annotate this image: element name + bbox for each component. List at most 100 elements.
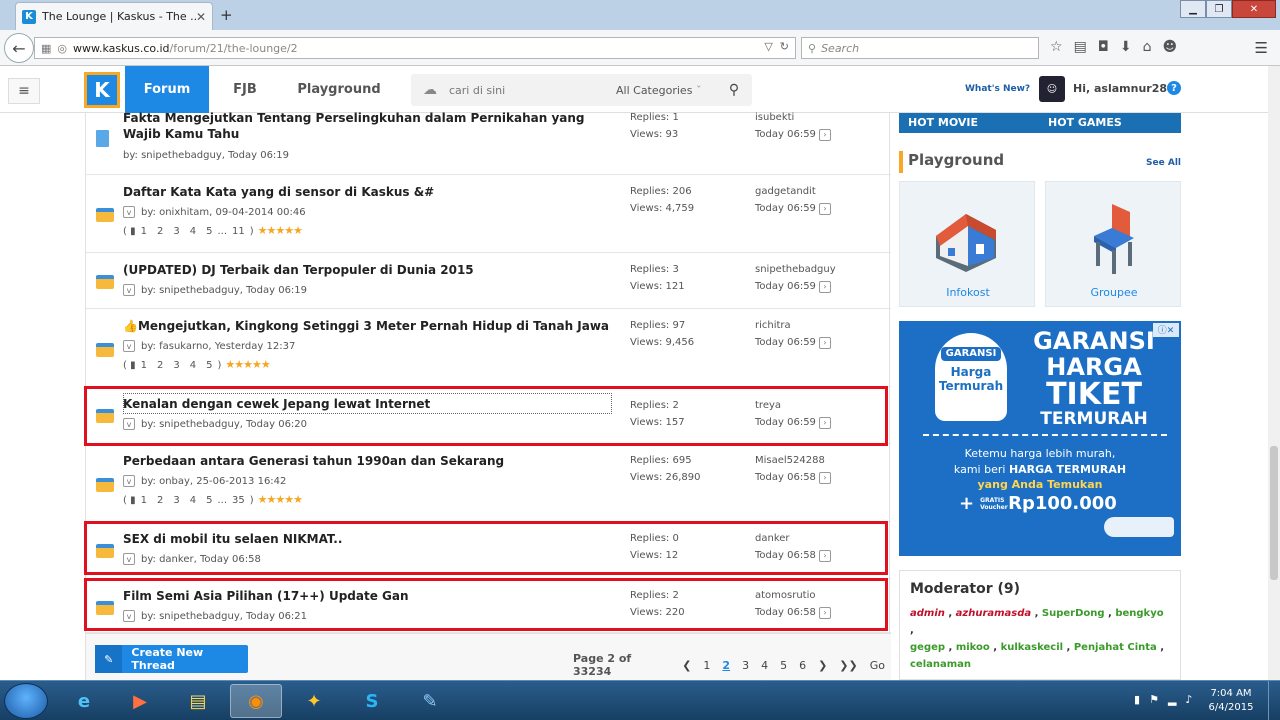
moderator-link[interactable]: SuperDong	[1042, 608, 1105, 619]
download-icon[interactable]: ⬇	[1120, 39, 1132, 55]
network-icon[interactable]: ▂	[1168, 693, 1176, 706]
last-post-user[interactable]: gadgetandit	[755, 183, 831, 200]
scrollbar-thumb[interactable]	[1270, 446, 1278, 580]
tab-playground[interactable]: Playground	[281, 66, 397, 113]
hot-movie-label[interactable]: HOT MOVIE	[908, 116, 978, 129]
page-link[interactable]: 35	[232, 495, 245, 506]
page-link[interactable]: 1	[141, 360, 147, 371]
prev-page-icon[interactable]: ❮	[682, 659, 691, 672]
go-to-last-post-icon[interactable]: ›	[818, 281, 831, 293]
page-link[interactable]: 3	[742, 659, 749, 672]
page-link[interactable]: 1	[141, 495, 147, 506]
page-link[interactable]: 5	[780, 659, 787, 672]
moderator-link[interactable]: azhuramasda	[956, 608, 1032, 619]
hamburger-menu-icon[interactable]: ≡	[8, 78, 40, 104]
pocket-icon[interactable]: ◘	[1098, 39, 1109, 55]
avatar[interactable]: ☺	[1039, 76, 1065, 102]
moderator-link[interactable]: Penjahat Cinta	[1074, 642, 1157, 653]
moderator-link[interactable]: mikoo	[956, 642, 990, 653]
thread-title[interactable]: (UPDATED) DJ Terbaik dan Terpopuler di D…	[123, 263, 474, 277]
page-link[interactable]: 3	[173, 360, 179, 371]
firefox-icon[interactable]: ◉	[230, 684, 282, 718]
volume-icon[interactable]: ♪	[1185, 693, 1192, 706]
minimize-icon[interactable]: ▁	[1180, 0, 1206, 18]
thread-title[interactable]: 👍Mengejutkan, Kingkong Setinggi 3 Meter …	[123, 319, 609, 333]
clock[interactable]: 7:04 AM 6/4/2015	[1206, 687, 1256, 715]
tab-forum[interactable]: Forum	[125, 66, 209, 113]
page-link[interactable]: 1	[703, 659, 710, 672]
chevron-down-icon[interactable]: v	[123, 340, 135, 352]
go-button[interactable]: Go	[870, 659, 885, 672]
last-post-user[interactable]: Misael524288	[755, 452, 831, 469]
site-search-bar[interactable]: ☁ cari di sini All Categories ˇ ⚲	[411, 74, 752, 106]
media-player-icon[interactable]: ▶	[114, 684, 166, 718]
bookmark-star-icon[interactable]: ☆	[1050, 39, 1063, 55]
moderator-link[interactable]: admin	[910, 608, 945, 619]
go-to-last-post-icon[interactable]: ›	[818, 472, 831, 484]
moderator-link[interactable]: gegep	[910, 642, 945, 653]
see-all-link[interactable]: See All	[1146, 158, 1181, 168]
page-link[interactable]: 4	[190, 360, 196, 371]
close-window-icon[interactable]: ✕	[1232, 0, 1276, 18]
next-page-icon[interactable]: ❯	[818, 659, 827, 672]
page-link[interactable]: 1	[141, 226, 147, 237]
page-link[interactable]: 4	[190, 226, 196, 237]
skype-icon[interactable]: S	[346, 684, 398, 718]
new-tab-icon[interactable]: +	[220, 6, 233, 24]
go-to-last-post-icon[interactable]: ›	[818, 129, 831, 141]
reading-list-icon[interactable]: ▤	[1074, 39, 1087, 55]
browser-tab[interactable]: K The Lounge | Kaskus - The ... ✕	[15, 2, 213, 30]
current-page[interactable]: 2	[722, 659, 730, 672]
thread-title[interactable]: Perbedaan antara Generasi tahun 1990an d…	[123, 454, 504, 468]
page-link[interactable]: 11	[232, 226, 245, 237]
moderator-link[interactable]: bengkyo	[1115, 608, 1163, 619]
last-post-user[interactable]: richitra	[755, 317, 831, 334]
close-tab-icon[interactable]: ✕	[196, 10, 206, 24]
page-link[interactable]: 5	[206, 495, 212, 506]
internet-explorer-icon[interactable]: e	[58, 684, 110, 718]
page-scrollbar[interactable]	[1268, 66, 1280, 680]
chevron-down-icon[interactable]: v	[123, 475, 135, 487]
page-link[interactable]: 2	[157, 495, 163, 506]
table-row[interactable]: 👍Mengejutkan, Kingkong Setinggi 3 Meter …	[86, 309, 891, 387]
kaskus-logo[interactable]: K	[84, 72, 120, 108]
table-row[interactable]: Daftar Kata Kata yang di sensor di Kasku…	[86, 175, 891, 253]
last-post-user[interactable]: isubekti	[755, 109, 831, 126]
app-icon[interactable]: ✦	[288, 684, 340, 718]
page-link[interactable]: 5	[206, 360, 212, 371]
tab-fjb[interactable]: FJB	[209, 66, 281, 113]
browser-menu-icon[interactable]: ☰	[1255, 39, 1268, 57]
page-link[interactable]: 3	[173, 495, 179, 506]
browser-search-input[interactable]: ⚲ Search	[801, 37, 1039, 59]
chevron-down-icon[interactable]: v	[123, 284, 135, 296]
help-icon[interactable]: ?	[1167, 81, 1181, 95]
hot-banner[interactable]: HOT MOVIE HOT GAMES	[899, 113, 1181, 133]
chat-icon[interactable]: ☻	[1163, 39, 1178, 55]
moderator-link[interactable]: kulkaskecil	[1001, 642, 1064, 653]
maximize-icon[interactable]: ❐	[1206, 0, 1232, 18]
page-link[interactable]: 2	[157, 360, 163, 371]
paint-icon[interactable]: ✎	[404, 684, 456, 718]
moderator-link[interactable]: celanaman	[910, 659, 971, 670]
file-explorer-icon[interactable]: ▤	[172, 684, 224, 718]
home-icon[interactable]: ⌂	[1143, 39, 1152, 55]
thread-title[interactable]: Fakta Mengejutkan Tentang Perselingkuhan…	[123, 110, 613, 142]
category-select[interactable]: All Categories ˇ	[616, 84, 716, 97]
go-to-last-post-icon[interactable]: ›	[818, 337, 831, 349]
table-row[interactable]: Fakta Mengejutkan Tentang Perselingkuhan…	[86, 110, 891, 175]
flag-icon[interactable]: ⚑	[1149, 693, 1159, 706]
url-bar[interactable]: ▦ ◎ www.kaskus.co.id/forum/21/the-lounge…	[34, 37, 796, 59]
table-row[interactable]: Perbedaan antara Generasi tahun 1990an d…	[86, 444, 891, 522]
page-link[interactable]: 3	[173, 226, 179, 237]
table-row[interactable]: (UPDATED) DJ Terbaik dan Terpopuler di D…	[86, 253, 891, 309]
page-link[interactable]: 5	[206, 226, 212, 237]
last-post-user[interactable]: snipethebadguy	[755, 261, 836, 278]
page-link[interactable]: 2	[157, 226, 163, 237]
show-desktop-button[interactable]	[1268, 681, 1280, 720]
user-greeting[interactable]: Hi, aslamnur28	[1073, 82, 1167, 95]
playground-card-groupee[interactable]: Groupee	[1045, 181, 1181, 307]
chevron-down-icon[interactable]: v	[123, 206, 135, 218]
page-link[interactable]: 4	[190, 495, 196, 506]
create-thread-button[interactable]: ✎ Create New Thread	[95, 645, 248, 673]
go-to-last-post-icon[interactable]: ›	[818, 203, 831, 215]
